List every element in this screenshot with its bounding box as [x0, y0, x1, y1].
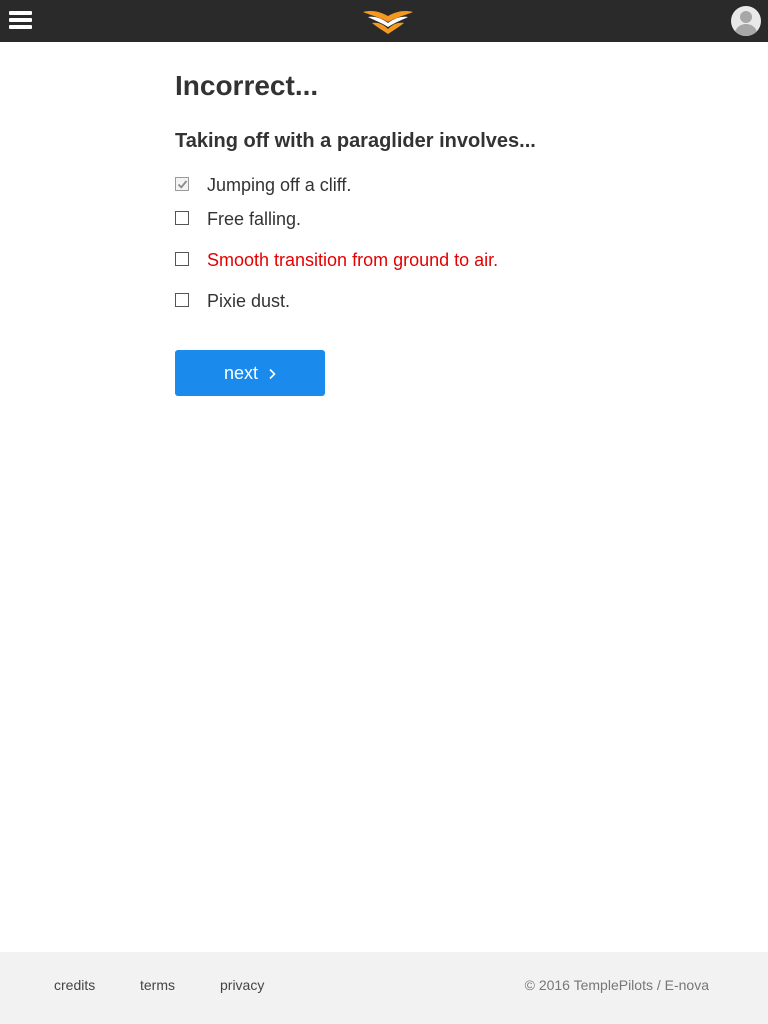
result-title: Incorrect...: [175, 70, 319, 101]
checkbox-unchecked[interactable]: [175, 211, 189, 225]
answer-option-label: Free falling.: [207, 209, 302, 229]
user-avatar-icon[interactable]: [731, 6, 761, 36]
answer-option-label: Pixie dust.: [207, 291, 291, 311]
chevron-right-icon: [268, 351, 276, 397]
footer: credits terms privacy © 2016 TemplePilot…: [0, 952, 768, 1024]
answer-option-4[interactable]: Pixie dust.: [175, 289, 695, 313]
templepilots-wings-logo[interactable]: [361, 6, 415, 36]
answer-option-label: Jumping off a cliff.: [207, 175, 352, 195]
top-navigation-bar: [0, 0, 768, 42]
footer-link-terms[interactable]: terms: [140, 976, 175, 994]
answer-option-2[interactable]: Free falling.: [175, 207, 695, 231]
checkbox-unchecked[interactable]: [175, 252, 189, 266]
footer-link-privacy[interactable]: privacy: [220, 976, 264, 994]
checkbox-unchecked[interactable]: [175, 293, 189, 307]
hamburger-menu-icon[interactable]: [9, 9, 33, 31]
checkbox-checked[interactable]: [175, 177, 189, 191]
next-button[interactable]: next: [175, 350, 325, 396]
footer-link-credits[interactable]: credits: [54, 976, 95, 994]
copyright-text: © 2016 TemplePilots / E-nova: [524, 977, 709, 993]
answer-option-1[interactable]: Jumping off a cliff.: [175, 173, 695, 197]
next-button-label: next: [223, 363, 259, 383]
question-text: Taking off with a paraglider involves...: [175, 130, 536, 152]
answer-option-3[interactable]: Smooth transition from ground to air.: [175, 248, 695, 272]
correct-answer-label: Smooth transition from ground to air.: [207, 250, 499, 270]
